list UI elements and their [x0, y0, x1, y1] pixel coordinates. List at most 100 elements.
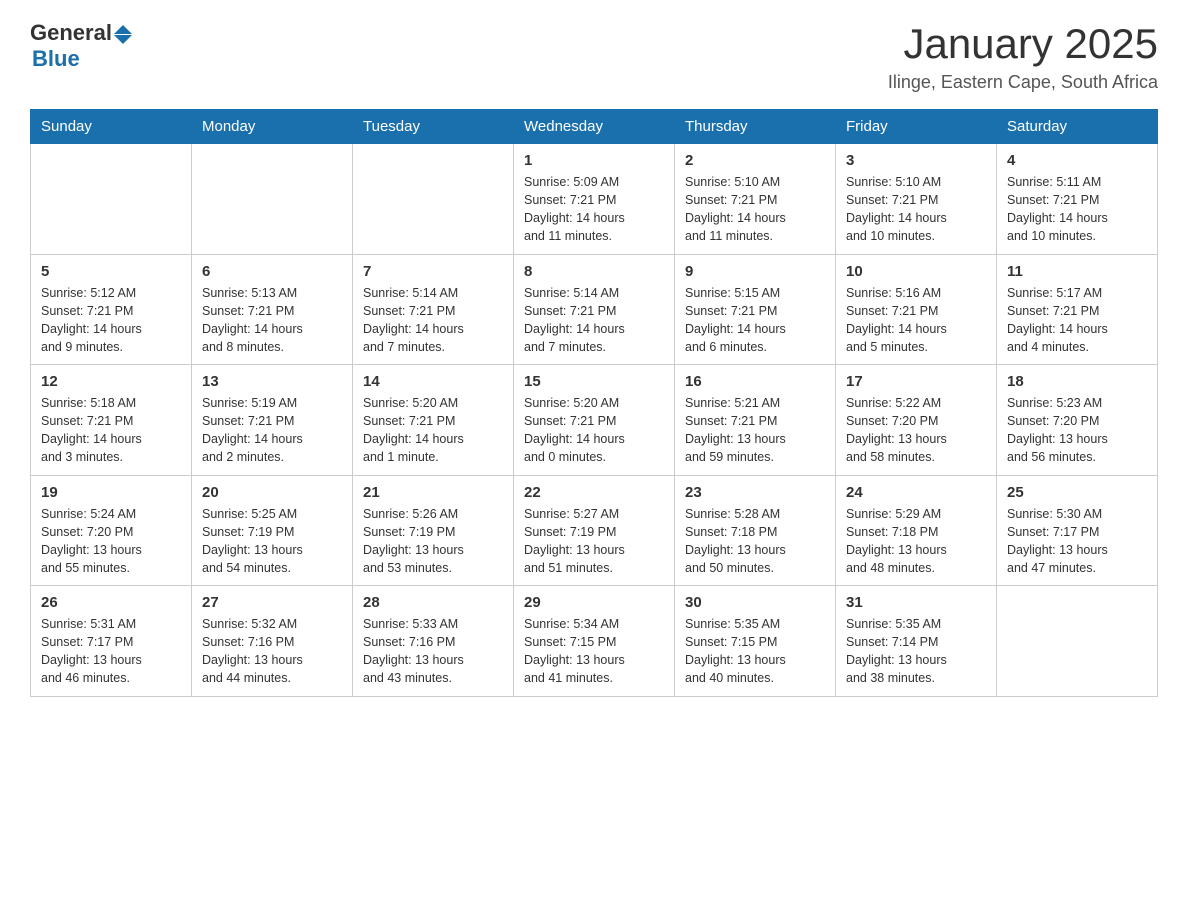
- day-info: Sunrise: 5:19 AMSunset: 7:21 PMDaylight:…: [202, 394, 342, 467]
- calendar-week-row: 12Sunrise: 5:18 AMSunset: 7:21 PMDayligh…: [31, 365, 1158, 476]
- calendar-cell: 19Sunrise: 5:24 AMSunset: 7:20 PMDayligh…: [31, 475, 192, 586]
- day-info: Sunrise: 5:30 AMSunset: 7:17 PMDaylight:…: [1007, 505, 1147, 578]
- day-number: 15: [524, 373, 664, 390]
- calendar-cell: [192, 144, 353, 255]
- day-info: Sunrise: 5:12 AMSunset: 7:21 PMDaylight:…: [41, 284, 181, 357]
- weekday-header-tuesday: Tuesday: [353, 110, 514, 144]
- day-number: 23: [685, 484, 825, 501]
- day-info: Sunrise: 5:14 AMSunset: 7:21 PMDaylight:…: [524, 284, 664, 357]
- day-number: 19: [41, 484, 181, 501]
- day-info: Sunrise: 5:23 AMSunset: 7:20 PMDaylight:…: [1007, 394, 1147, 467]
- day-number: 28: [363, 594, 503, 611]
- day-info: Sunrise: 5:20 AMSunset: 7:21 PMDaylight:…: [363, 394, 503, 467]
- calendar-cell: 13Sunrise: 5:19 AMSunset: 7:21 PMDayligh…: [192, 365, 353, 476]
- day-info: Sunrise: 5:18 AMSunset: 7:21 PMDaylight:…: [41, 394, 181, 467]
- calendar-cell: 17Sunrise: 5:22 AMSunset: 7:20 PMDayligh…: [836, 365, 997, 476]
- day-number: 10: [846, 263, 986, 280]
- day-info: Sunrise: 5:20 AMSunset: 7:21 PMDaylight:…: [524, 394, 664, 467]
- calendar-cell: 25Sunrise: 5:30 AMSunset: 7:17 PMDayligh…: [997, 475, 1158, 586]
- calendar-cell: 30 Sunrise: 5:35 AMSunset: 7:15 PMDayligh…: [675, 586, 836, 697]
- calendar-cell: 11Sunrise: 5:17 AMSunset: 7:21 PMDayligh…: [997, 254, 1158, 365]
- day-number: 8: [524, 263, 664, 280]
- day-info: Sunrise: 5:09 AMSunset: 7:21 PMDaylight:…: [524, 173, 664, 246]
- calendar-week-row: 26 Sunrise: 5:31 AMSunset: 7:17 PMDayligh…: [31, 586, 1158, 697]
- weekday-header-saturday: Saturday: [997, 110, 1158, 144]
- location-title: Ilinge, Eastern Cape, South Africa: [888, 72, 1158, 93]
- day-number: 26: [41, 594, 181, 611]
- calendar-cell: 23 Sunrise: 5:28 AMSunset: 7:18 PMDayligh…: [675, 475, 836, 586]
- calendar-cell: 3 Sunrise: 5:10 AMSunset: 7:21 PMDaylight…: [836, 144, 997, 255]
- calendar-cell: 16Sunrise: 5:21 AMSunset: 7:21 PMDayligh…: [675, 365, 836, 476]
- day-number: 2: [685, 152, 825, 169]
- day-info: Sunrise: 5:10 AMSunset: 7:21 PMDaylight:…: [846, 173, 986, 246]
- day-info: Sunrise: 5:14 AMSunset: 7:21 PMDaylight:…: [363, 284, 503, 357]
- weekday-header-friday: Friday: [836, 110, 997, 144]
- calendar-cell: 28 Sunrise: 5:33 AMSunset: 7:16 PMDayligh…: [353, 586, 514, 697]
- weekday-header-monday: Monday: [192, 110, 353, 144]
- day-number: 21: [363, 484, 503, 501]
- day-info: Sunrise: 5:25 AMSunset: 7:19 PMDaylight:…: [202, 505, 342, 578]
- title-area: January 2025 Ilinge, Eastern Cape, South…: [888, 20, 1158, 93]
- day-number: 3: [846, 152, 986, 169]
- calendar-cell: 26 Sunrise: 5:31 AMSunset: 7:17 PMDayligh…: [31, 586, 192, 697]
- day-number: 29: [524, 594, 664, 611]
- day-info: Sunrise: 5:26 AMSunset: 7:19 PMDaylight:…: [363, 505, 503, 578]
- day-info: Sunrise: 5:21 AMSunset: 7:21 PMDaylight:…: [685, 394, 825, 467]
- calendar-cell: 6Sunrise: 5:13 AMSunset: 7:21 PMDaylight…: [192, 254, 353, 365]
- calendar-week-row: 1 Sunrise: 5:09 AMSunset: 7:21 PMDaylight…: [31, 144, 1158, 255]
- day-number: 5: [41, 263, 181, 280]
- calendar-cell: 2 Sunrise: 5:10 AMSunset: 7:21 PMDaylight…: [675, 144, 836, 255]
- day-number: 11: [1007, 263, 1147, 280]
- calendar-cell: 20 Sunrise: 5:25 AMSunset: 7:19 PMDayligh…: [192, 475, 353, 586]
- day-info: Sunrise: 5:10 AMSunset: 7:21 PMDaylight:…: [685, 173, 825, 246]
- calendar-cell: 18Sunrise: 5:23 AMSunset: 7:20 PMDayligh…: [997, 365, 1158, 476]
- calendar-cell: 5 Sunrise: 5:12 AMSunset: 7:21 PMDaylight…: [31, 254, 192, 365]
- day-number: 24: [846, 484, 986, 501]
- day-number: 6: [202, 263, 342, 280]
- day-number: 30: [685, 594, 825, 611]
- calendar-table: SundayMondayTuesdayWednesdayThursdayFrid…: [30, 109, 1158, 697]
- calendar-cell: [353, 144, 514, 255]
- calendar-cell: 12Sunrise: 5:18 AMSunset: 7:21 PMDayligh…: [31, 365, 192, 476]
- day-info: Sunrise: 5:11 AMSunset: 7:21 PMDaylight:…: [1007, 173, 1147, 246]
- day-info: Sunrise: 5:29 AMSunset: 7:18 PMDaylight:…: [846, 505, 986, 578]
- calendar-cell: 22Sunrise: 5:27 AMSunset: 7:19 PMDayligh…: [514, 475, 675, 586]
- day-number: 1: [524, 152, 664, 169]
- calendar-cell: 14Sunrise: 5:20 AMSunset: 7:21 PMDayligh…: [353, 365, 514, 476]
- calendar-cell: 21 Sunrise: 5:26 AMSunset: 7:19 PMDayligh…: [353, 475, 514, 586]
- page-header: General Blue January 2025 Ilinge, Easter…: [30, 20, 1158, 93]
- calendar-cell: 24 Sunrise: 5:29 AMSunset: 7:18 PMDayligh…: [836, 475, 997, 586]
- day-info: Sunrise: 5:35 AMSunset: 7:15 PMDaylight:…: [685, 615, 825, 688]
- calendar-cell: 8 Sunrise: 5:14 AMSunset: 7:21 PMDaylight…: [514, 254, 675, 365]
- calendar-cell: [31, 144, 192, 255]
- calendar-cell: 15 Sunrise: 5:20 AMSunset: 7:21 PMDayligh…: [514, 365, 675, 476]
- day-number: 27: [202, 594, 342, 611]
- day-info: Sunrise: 5:34 AMSunset: 7:15 PMDaylight:…: [524, 615, 664, 688]
- calendar-header-row: SundayMondayTuesdayWednesdayThursdayFrid…: [31, 110, 1158, 144]
- day-number: 22: [524, 484, 664, 501]
- calendar-cell: 31Sunrise: 5:35 AMSunset: 7:14 PMDayligh…: [836, 586, 997, 697]
- day-number: 4: [1007, 152, 1147, 169]
- day-info: Sunrise: 5:28 AMSunset: 7:18 PMDaylight:…: [685, 505, 825, 578]
- day-number: 20: [202, 484, 342, 501]
- day-info: Sunrise: 5:31 AMSunset: 7:17 PMDaylight:…: [41, 615, 181, 688]
- day-number: 9: [685, 263, 825, 280]
- calendar-cell: 29 Sunrise: 5:34 AMSunset: 7:15 PMDayligh…: [514, 586, 675, 697]
- calendar-cell: 7Sunrise: 5:14 AMSunset: 7:21 PMDaylight…: [353, 254, 514, 365]
- month-title: January 2025: [888, 20, 1158, 68]
- day-number: 17: [846, 373, 986, 390]
- logo-blue: Blue: [32, 46, 80, 72]
- weekday-header-wednesday: Wednesday: [514, 110, 675, 144]
- calendar-cell: 4 Sunrise: 5:11 AMSunset: 7:21 PMDaylight…: [997, 144, 1158, 255]
- logo: General Blue: [30, 20, 132, 72]
- day-info: Sunrise: 5:32 AMSunset: 7:16 PMDaylight:…: [202, 615, 342, 688]
- calendar-week-row: 19Sunrise: 5:24 AMSunset: 7:20 PMDayligh…: [31, 475, 1158, 586]
- day-info: Sunrise: 5:16 AMSunset: 7:21 PMDaylight:…: [846, 284, 986, 357]
- calendar-cell: [997, 586, 1158, 697]
- day-info: Sunrise: 5:33 AMSunset: 7:16 PMDaylight:…: [363, 615, 503, 688]
- day-info: Sunrise: 5:15 AMSunset: 7:21 PMDaylight:…: [685, 284, 825, 357]
- logo-general: General: [30, 20, 112, 46]
- calendar-cell: 27 Sunrise: 5:32 AMSunset: 7:16 PMDayligh…: [192, 586, 353, 697]
- weekday-header-sunday: Sunday: [31, 110, 192, 144]
- calendar-cell: 9 Sunrise: 5:15 AMSunset: 7:21 PMDaylight…: [675, 254, 836, 365]
